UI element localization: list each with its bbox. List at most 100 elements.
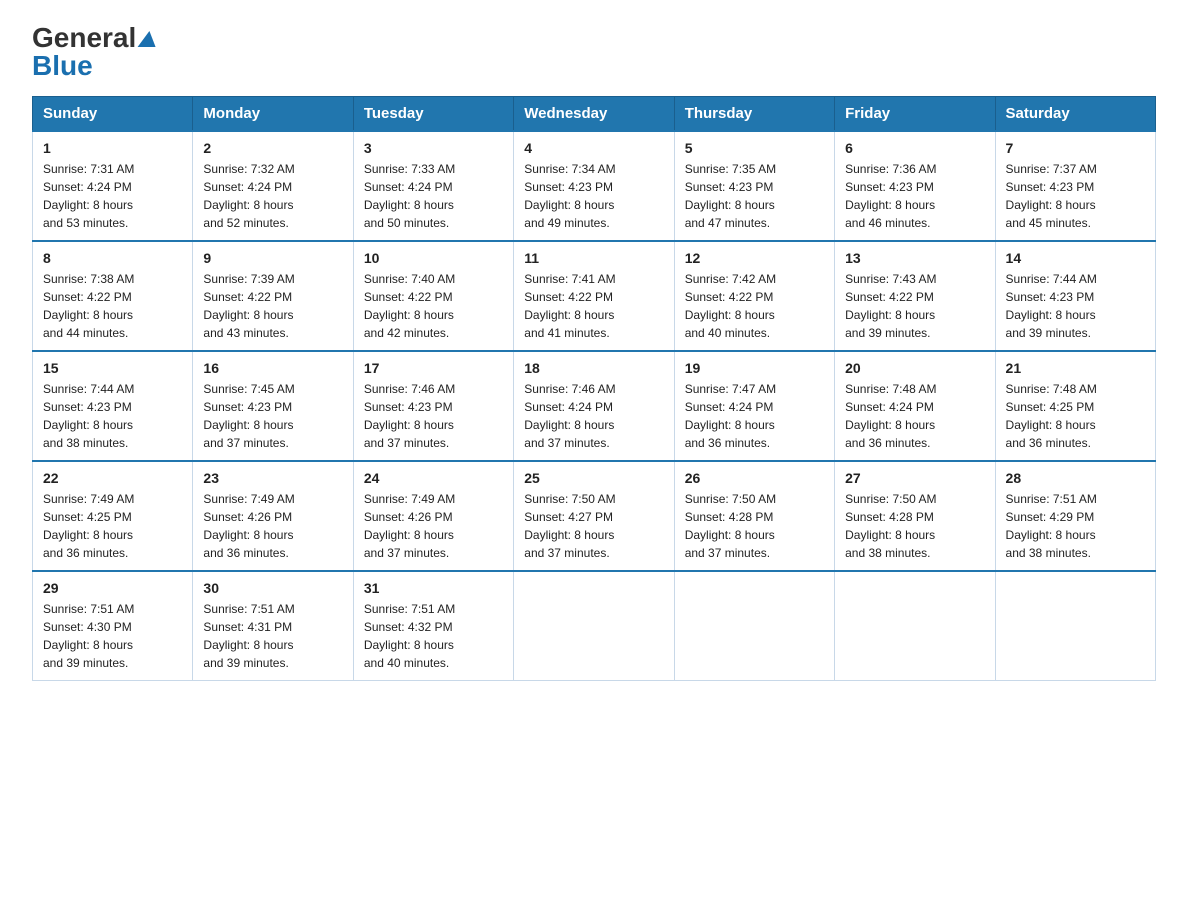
day-info: Sunrise: 7:49 AMSunset: 4:26 PMDaylight:… bbox=[364, 490, 503, 562]
calendar-body: 1Sunrise: 7:31 AMSunset: 4:24 PMDaylight… bbox=[33, 131, 1156, 681]
calendar-cell: 22 Sunrise: 7:49 AMSunset: 4:25 PMDayligh… bbox=[33, 461, 193, 571]
calendar-cell: 9Sunrise: 7:39 AMSunset: 4:22 PMDaylight… bbox=[193, 241, 353, 351]
day-info: Sunrise: 7:48 AMSunset: 4:25 PMDaylight:… bbox=[1006, 380, 1145, 452]
week-row-3: 15 Sunrise: 7:44 AMSunset: 4:23 PMDayligh… bbox=[33, 351, 1156, 461]
day-number: 3 bbox=[364, 140, 503, 156]
calendar-cell: 12 Sunrise: 7:42 AMSunset: 4:22 PMDayligh… bbox=[674, 241, 834, 351]
day-number: 17 bbox=[364, 360, 503, 376]
calendar-cell: 31Sunrise: 7:51 AMSunset: 4:32 PMDayligh… bbox=[353, 571, 513, 681]
calendar-cell: 6 Sunrise: 7:36 AMSunset: 4:23 PMDaylight… bbox=[835, 131, 995, 241]
calendar-cell: 24 Sunrise: 7:49 AMSunset: 4:26 PMDayligh… bbox=[353, 461, 513, 571]
day-number: 1 bbox=[43, 140, 182, 156]
week-row-5: 29 Sunrise: 7:51 AMSunset: 4:30 PMDayligh… bbox=[33, 571, 1156, 681]
week-row-2: 8Sunrise: 7:38 AMSunset: 4:22 PMDaylight… bbox=[33, 241, 1156, 351]
day-number: 10 bbox=[364, 250, 503, 266]
calendar-cell bbox=[995, 571, 1155, 681]
header-tuesday: Tuesday bbox=[353, 97, 513, 132]
calendar-cell: 19 Sunrise: 7:47 AMSunset: 4:24 PMDayligh… bbox=[674, 351, 834, 461]
page-header: General Blue bbox=[32, 24, 1156, 80]
day-info: Sunrise: 7:50 AMSunset: 4:28 PMDaylight:… bbox=[845, 490, 984, 562]
day-number: 9 bbox=[203, 250, 342, 266]
header-monday: Monday bbox=[193, 97, 353, 132]
calendar-cell: 29 Sunrise: 7:51 AMSunset: 4:30 PMDayligh… bbox=[33, 571, 193, 681]
day-number: 19 bbox=[685, 360, 824, 376]
header-thursday: Thursday bbox=[674, 97, 834, 132]
day-number: 22 bbox=[43, 470, 182, 486]
day-info: Sunrise: 7:32 AMSunset: 4:24 PMDaylight:… bbox=[203, 160, 342, 232]
day-info: Sunrise: 7:41 AMSunset: 4:22 PMDaylight:… bbox=[524, 270, 663, 342]
calendar-cell: 25Sunrise: 7:50 AMSunset: 4:27 PMDayligh… bbox=[514, 461, 674, 571]
day-number: 25 bbox=[524, 470, 663, 486]
day-number: 20 bbox=[845, 360, 984, 376]
calendar-cell: 26 Sunrise: 7:50 AMSunset: 4:28 PMDayligh… bbox=[674, 461, 834, 571]
day-info: Sunrise: 7:51 AMSunset: 4:32 PMDaylight:… bbox=[364, 600, 503, 672]
header-sunday: Sunday bbox=[33, 97, 193, 132]
day-info: Sunrise: 7:40 AMSunset: 4:22 PMDaylight:… bbox=[364, 270, 503, 342]
calendar-cell: 14 Sunrise: 7:44 AMSunset: 4:23 PMDayligh… bbox=[995, 241, 1155, 351]
header-wednesday: Wednesday bbox=[514, 97, 674, 132]
week-row-4: 22 Sunrise: 7:49 AMSunset: 4:25 PMDayligh… bbox=[33, 461, 1156, 571]
day-number: 6 bbox=[845, 140, 984, 156]
calendar-cell: 18 Sunrise: 7:46 AMSunset: 4:24 PMDayligh… bbox=[514, 351, 674, 461]
day-info: Sunrise: 7:45 AMSunset: 4:23 PMDaylight:… bbox=[203, 380, 342, 452]
calendar-cell bbox=[674, 571, 834, 681]
day-number: 24 bbox=[364, 470, 503, 486]
calendar-cell: 13Sunrise: 7:43 AMSunset: 4:22 PMDayligh… bbox=[835, 241, 995, 351]
day-info: Sunrise: 7:44 AMSunset: 4:23 PMDaylight:… bbox=[43, 380, 182, 452]
day-info: Sunrise: 7:36 AMSunset: 4:23 PMDaylight:… bbox=[845, 160, 984, 232]
calendar-table: SundayMondayTuesdayWednesdayThursdayFrid… bbox=[32, 96, 1156, 681]
logo: General Blue bbox=[32, 24, 157, 80]
calendar-cell: 4 Sunrise: 7:34 AMSunset: 4:23 PMDaylight… bbox=[514, 131, 674, 241]
calendar-header-row: SundayMondayTuesdayWednesdayThursdayFrid… bbox=[33, 97, 1156, 132]
day-number: 26 bbox=[685, 470, 824, 486]
calendar-cell: 28 Sunrise: 7:51 AMSunset: 4:29 PMDayligh… bbox=[995, 461, 1155, 571]
day-number: 16 bbox=[203, 360, 342, 376]
day-info: Sunrise: 7:51 AMSunset: 4:30 PMDaylight:… bbox=[43, 600, 182, 672]
week-row-1: 1Sunrise: 7:31 AMSunset: 4:24 PMDaylight… bbox=[33, 131, 1156, 241]
day-info: Sunrise: 7:34 AMSunset: 4:23 PMDaylight:… bbox=[524, 160, 663, 232]
day-number: 18 bbox=[524, 360, 663, 376]
day-number: 12 bbox=[685, 250, 824, 266]
calendar-cell: 16 Sunrise: 7:45 AMSunset: 4:23 PMDayligh… bbox=[193, 351, 353, 461]
calendar-cell: 30 Sunrise: 7:51 AMSunset: 4:31 PMDayligh… bbox=[193, 571, 353, 681]
day-number: 27 bbox=[845, 470, 984, 486]
day-info: Sunrise: 7:44 AMSunset: 4:23 PMDaylight:… bbox=[1006, 270, 1145, 342]
day-info: Sunrise: 7:51 AMSunset: 4:29 PMDaylight:… bbox=[1006, 490, 1145, 562]
day-info: Sunrise: 7:49 AMSunset: 4:25 PMDaylight:… bbox=[43, 490, 182, 562]
day-number: 30 bbox=[203, 580, 342, 596]
calendar-cell: 20 Sunrise: 7:48 AMSunset: 4:24 PMDayligh… bbox=[835, 351, 995, 461]
day-number: 29 bbox=[43, 580, 182, 596]
day-info: Sunrise: 7:48 AMSunset: 4:24 PMDaylight:… bbox=[845, 380, 984, 452]
day-number: 4 bbox=[524, 140, 663, 156]
day-info: Sunrise: 7:42 AMSunset: 4:22 PMDaylight:… bbox=[685, 270, 824, 342]
calendar-cell: 3Sunrise: 7:33 AMSunset: 4:24 PMDaylight… bbox=[353, 131, 513, 241]
day-number: 23 bbox=[203, 470, 342, 486]
day-number: 13 bbox=[845, 250, 984, 266]
day-number: 2 bbox=[203, 140, 342, 156]
day-info: Sunrise: 7:47 AMSunset: 4:24 PMDaylight:… bbox=[685, 380, 824, 452]
day-info: Sunrise: 7:46 AMSunset: 4:23 PMDaylight:… bbox=[364, 380, 503, 452]
day-number: 8 bbox=[43, 250, 182, 266]
calendar-cell bbox=[514, 571, 674, 681]
logo-blue: Blue bbox=[32, 52, 93, 80]
logo-triangle-icon bbox=[138, 31, 159, 47]
day-info: Sunrise: 7:35 AMSunset: 4:23 PMDaylight:… bbox=[685, 160, 824, 232]
calendar-cell: 15 Sunrise: 7:44 AMSunset: 4:23 PMDayligh… bbox=[33, 351, 193, 461]
calendar-cell: 8Sunrise: 7:38 AMSunset: 4:22 PMDaylight… bbox=[33, 241, 193, 351]
calendar-cell: 10 Sunrise: 7:40 AMSunset: 4:22 PMDayligh… bbox=[353, 241, 513, 351]
day-info: Sunrise: 7:46 AMSunset: 4:24 PMDaylight:… bbox=[524, 380, 663, 452]
day-number: 5 bbox=[685, 140, 824, 156]
day-number: 28 bbox=[1006, 470, 1145, 486]
day-number: 11 bbox=[524, 250, 663, 266]
day-number: 14 bbox=[1006, 250, 1145, 266]
calendar-cell: 23Sunrise: 7:49 AMSunset: 4:26 PMDayligh… bbox=[193, 461, 353, 571]
day-info: Sunrise: 7:50 AMSunset: 4:28 PMDaylight:… bbox=[685, 490, 824, 562]
day-number: 15 bbox=[43, 360, 182, 376]
calendar-cell: 5 Sunrise: 7:35 AMSunset: 4:23 PMDaylight… bbox=[674, 131, 834, 241]
header-friday: Friday bbox=[835, 97, 995, 132]
day-info: Sunrise: 7:37 AMSunset: 4:23 PMDaylight:… bbox=[1006, 160, 1145, 232]
calendar-cell: 2 Sunrise: 7:32 AMSunset: 4:24 PMDaylight… bbox=[193, 131, 353, 241]
logo-general: General bbox=[32, 24, 157, 52]
calendar-cell: 7Sunrise: 7:37 AMSunset: 4:23 PMDaylight… bbox=[995, 131, 1155, 241]
day-info: Sunrise: 7:51 AMSunset: 4:31 PMDaylight:… bbox=[203, 600, 342, 672]
